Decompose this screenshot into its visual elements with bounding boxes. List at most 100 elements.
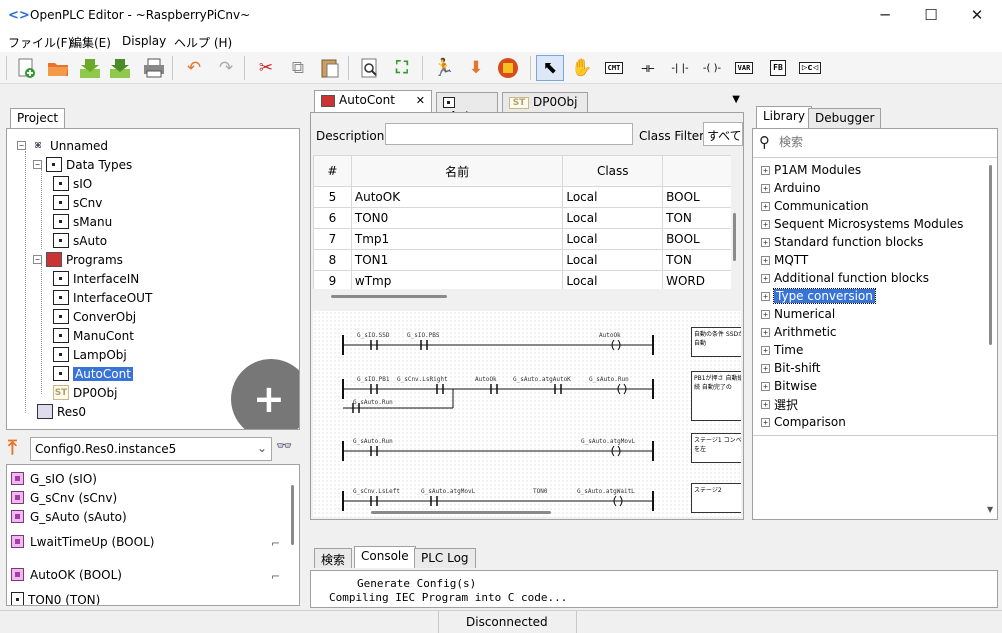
- instance-select[interactable]: Config0.Res0.instance5 ⌄: [30, 437, 272, 461]
- tab-project[interactable]: Project: [10, 108, 66, 130]
- tree-item[interactable]: LampObj: [53, 345, 127, 364]
- contact-icon[interactable]: -| |-: [666, 55, 694, 81]
- library-item[interactable]: + Sequent Microsystems Modules: [761, 215, 963, 233]
- table-cell[interactable]: Local: [562, 249, 664, 271]
- table-cell[interactable]: TON: [662, 207, 731, 229]
- instance-item[interactable]: G_sAuto (sAuto): [11, 507, 127, 526]
- power-rail-icon[interactable]: ⊣⊢: [634, 55, 662, 81]
- tree-item[interactable]: sIO: [53, 174, 92, 193]
- cut-icon[interactable]: ✂: [252, 55, 280, 81]
- library-item[interactable]: + Standard function blocks: [761, 233, 923, 251]
- instance-item[interactable]: TON0 (TON): [11, 590, 100, 605]
- table-cell[interactable]: 6: [313, 207, 352, 229]
- debug-glasses-icon[interactable]: 👓: [276, 439, 292, 454]
- table-cell[interactable]: TON: [662, 249, 731, 271]
- menu-file[interactable]: ファイル(F): [8, 34, 72, 51]
- library-item[interactable]: + Numerical: [761, 305, 835, 323]
- print-icon[interactable]: [140, 55, 168, 81]
- table-cell[interactable]: 8: [313, 249, 352, 271]
- tree-item[interactable]: sAuto: [53, 231, 107, 250]
- save-as-icon[interactable]: [106, 55, 134, 81]
- tree-item[interactable]: ST DP0Obj: [53, 383, 118, 402]
- connector-icon[interactable]: ▷c◁: [796, 55, 824, 81]
- plc-icon[interactable]: [494, 55, 522, 81]
- table-cell[interactable]: TON0: [350, 207, 564, 229]
- expand-icon[interactable]: +: [761, 417, 770, 427]
- library-item[interactable]: + Arduino: [761, 179, 820, 197]
- download-icon[interactable]: ⬇: [462, 55, 490, 81]
- library-item[interactable]: + Time: [761, 341, 803, 359]
- tree-item[interactable]: ManuCont: [53, 326, 134, 345]
- expand-icon[interactable]: +: [761, 273, 770, 283]
- tab-dp0obj[interactable]: ST DP0Obj: [502, 92, 588, 112]
- table-cell[interactable]: BOOL: [662, 228, 731, 250]
- col-number[interactable]: #: [313, 155, 352, 187]
- library-item[interactable]: + Additional function blocks: [761, 269, 929, 287]
- hand-icon[interactable]: ✋: [568, 55, 596, 81]
- expand-icon[interactable]: +: [761, 309, 770, 319]
- maximize-button[interactable]: ☐: [908, 0, 954, 32]
- tree-item[interactable]: − ⌘ Unnamed: [17, 136, 108, 155]
- expand-icon[interactable]: +: [761, 183, 770, 193]
- paste-icon[interactable]: [316, 55, 344, 81]
- fullscreen-icon[interactable]: ⛶: [388, 55, 416, 81]
- add-button[interactable]: +: [231, 359, 299, 429]
- library-item[interactable]: + MQTT: [761, 251, 808, 269]
- col-class[interactable]: Class: [562, 155, 664, 187]
- menu-edit[interactable]: 編集(E): [70, 34, 111, 51]
- tab-sauto[interactable]: sAuto: [436, 92, 498, 123]
- table-cell[interactable]: 5: [313, 186, 352, 208]
- col-type[interactable]: [662, 155, 731, 187]
- run-icon[interactable]: 🏃: [430, 55, 458, 81]
- new-file-icon[interactable]: [12, 55, 40, 81]
- table-cell[interactable]: AutoOK: [350, 186, 564, 208]
- expand-icon[interactable]: +: [761, 165, 770, 175]
- library-item[interactable]: + Type conversion: [761, 287, 876, 305]
- tree-item[interactable]: sCnv: [53, 193, 102, 212]
- function-block-icon[interactable]: FB: [764, 55, 792, 81]
- expand-icon[interactable]: +: [761, 345, 770, 355]
- instance-item[interactable]: G_sCnv (sCnv): [11, 488, 117, 507]
- tree-item[interactable]: − Data Types: [33, 155, 132, 174]
- select-pointer-icon[interactable]: ⬉: [536, 55, 564, 81]
- library-item[interactable]: + Comparison: [761, 413, 846, 431]
- collapse-icon[interactable]: −: [17, 141, 26, 150]
- tab-search[interactable]: 検索: [314, 548, 353, 568]
- tree-item[interactable]: InterfaceOUT: [53, 288, 152, 307]
- expand-icon[interactable]: +: [761, 201, 770, 211]
- table-cell[interactable]: Tmp1: [350, 228, 564, 250]
- tree-item[interactable]: − Programs: [33, 250, 123, 269]
- save-icon[interactable]: [76, 55, 104, 81]
- library-item[interactable]: + Bit-shift: [761, 359, 821, 377]
- col-name[interactable]: 名前: [350, 155, 564, 187]
- table-row[interactable]: 6 TON0 Local TON: [313, 207, 731, 229]
- table-cell[interactable]: Local: [562, 270, 664, 289]
- tab-plc-log[interactable]: PLC Log: [414, 548, 476, 568]
- expand-icon[interactable]: +: [761, 219, 770, 229]
- library-search-input[interactable]: [779, 132, 995, 152]
- search-icon[interactable]: [356, 55, 384, 81]
- table-row[interactable]: 5 AutoOK Local BOOL: [313, 186, 731, 208]
- library-item[interactable]: + Bitwise: [761, 377, 817, 395]
- scroll-down-icon[interactable]: ▼: [987, 505, 993, 514]
- expand-icon[interactable]: +: [761, 381, 770, 391]
- table-row[interactable]: 9 wTmp Local WORD: [313, 270, 731, 289]
- ladder-comment[interactable]: ステージ1 コンベアを左: [691, 433, 741, 463]
- table-row[interactable]: 8 TON1 Local TON: [313, 249, 731, 271]
- expand-icon[interactable]: +: [761, 291, 770, 301]
- coil-icon[interactable]: -( )-: [698, 55, 726, 81]
- expand-icon[interactable]: +: [761, 399, 770, 409]
- tab-autocont[interactable]: AutoCont ✕: [314, 90, 432, 112]
- table-cell[interactable]: Local: [562, 228, 664, 250]
- expand-icon[interactable]: +: [761, 363, 770, 373]
- table-row[interactable]: 7 Tmp1 Local BOOL: [313, 228, 731, 250]
- minimize-button[interactable]: ─: [862, 0, 908, 32]
- table-cell[interactable]: Local: [562, 207, 664, 229]
- redo-icon[interactable]: ↷: [212, 55, 240, 81]
- variable-icon[interactable]: VAR: [730, 55, 758, 81]
- instance-item[interactable]: LwaitTimeUp (BOOL): [11, 532, 154, 551]
- table-cell[interactable]: WORD: [662, 270, 731, 289]
- tree-item[interactable]: sManu: [53, 212, 112, 231]
- tab-menu-icon[interactable]: ▼: [732, 94, 740, 105]
- ladder-comment[interactable]: 自動の条件 SSDが自動: [691, 327, 741, 357]
